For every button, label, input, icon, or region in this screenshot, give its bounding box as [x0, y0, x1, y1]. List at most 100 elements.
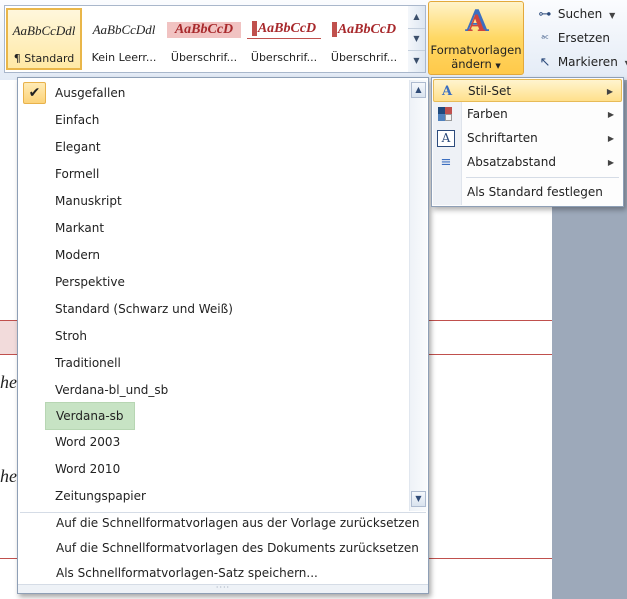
style-set-label: Traditionell: [55, 356, 121, 370]
style-label: Überschrif...: [250, 51, 318, 64]
submenu-arrow-icon: ▶: [607, 158, 614, 167]
style-tile-heading-3[interactable]: AaBbCcD Überschrif...: [326, 8, 402, 70]
menu-item-style-set[interactable]: A Stil-Set ▶: [433, 79, 622, 102]
style-sample: AaBbCcD: [327, 22, 401, 38]
ribbon: AaBbCcDdl ¶ Standard AaBbCcDdl Kein Leer…: [0, 0, 627, 81]
style-label: ¶ Standard: [13, 52, 75, 65]
menu-item-label: Stil-Set: [468, 84, 512, 98]
resize-grip-icon[interactable]: ····: [18, 584, 428, 593]
style-set-label: Standard (Schwarz und Weiß): [55, 302, 233, 316]
change-styles-label-line1: Formatvorlagen: [430, 43, 522, 57]
menu-item-colors[interactable]: Farben ▶: [433, 103, 622, 126]
style-set-item[interactable]: Word 2003: [19, 429, 405, 455]
style-set-label: Perspektive: [55, 275, 125, 289]
style-sample-text: AaBbCcD: [257, 21, 317, 36]
reset-from-template-command[interactable]: Auf die Schnellformatvorlagen aus der Vo…: [56, 511, 419, 535]
reset-from-document-command[interactable]: Auf die Schnellformatvorlagen des Dokume…: [56, 536, 419, 560]
gallery-down-icon[interactable]: ▼: [408, 28, 425, 51]
quick-styles-gallery: AaBbCcDdl ¶ Standard AaBbCcDdl Kein Leer…: [4, 5, 410, 73]
find-label: Suchen: [557, 7, 603, 21]
style-set-label: Markant: [55, 221, 105, 235]
cursor-arrow-icon: ↖: [539, 55, 551, 70]
heading-box-mark: [331, 22, 337, 38]
style-set-item[interactable]: Traditionell: [19, 350, 405, 376]
change-styles-icon: AA: [465, 4, 489, 39]
style-sample: AaBbCcDdl: [92, 22, 156, 37]
scroll-down-icon[interactable]: ▼: [411, 491, 426, 507]
checkmark-icon: ✔: [23, 82, 46, 104]
replace-button[interactable]: ᵃᶜ Ersetzen: [536, 27, 626, 49]
submenu-arrow-icon: ▶: [607, 134, 614, 143]
style-set-item[interactable]: Markant: [19, 215, 405, 241]
style-set-label: Manuskript: [55, 194, 122, 208]
style-tile-heading-2[interactable]: AaBbCcD Überschrif...: [246, 8, 322, 70]
style-set-label: Stroh: [55, 329, 87, 343]
gallery-scrollbar: ▲ ▼ ▼: [408, 5, 426, 73]
style-set-item[interactable]: Einfach: [19, 107, 405, 133]
style-tile-no-spacing[interactable]: AaBbCcDdl Kein Leerr...: [86, 8, 162, 70]
change-styles-button[interactable]: AA Formatvorlagen ändern ▼: [428, 1, 524, 75]
style-set-item[interactable]: Modern: [19, 242, 405, 268]
style-set-label: Word 2003: [55, 435, 121, 449]
heading-bar-mark: [251, 21, 257, 37]
menu-item-label: Schriftarten: [467, 131, 538, 145]
style-set-label: Zeitungspapier: [55, 489, 146, 503]
gallery-up-icon[interactable]: ▲: [408, 6, 425, 29]
list-scrollbar[interactable]: ▲ ▼: [409, 80, 427, 511]
style-set-list: ✔ Ausgefallen Einfach Elegant Formell Ma…: [17, 77, 429, 594]
find-button[interactable]: ⊶ Suchen ▼: [536, 3, 626, 25]
document-text: he: [0, 372, 17, 392]
style-label: Überschrif...: [170, 51, 238, 64]
menu-item-label: Absatzabstand: [467, 155, 556, 169]
fonts-icon: A: [437, 130, 455, 147]
save-style-set-command[interactable]: Als Schnellformatvorlagen-Satz speichern…: [56, 561, 318, 585]
style-set-item[interactable]: Verdana-bl_und_sb: [19, 377, 405, 403]
style-set-label: Verdana-sb: [45, 402, 135, 430]
style-set-label: Elegant: [55, 140, 101, 154]
paragraph-spacing-icon: ≡: [440, 155, 452, 170]
style-set-label: Verdana-bl_und_sb: [55, 383, 169, 397]
style-tile-heading-1[interactable]: AaBbCcD Überschrif...: [166, 8, 242, 70]
document-text: he: [0, 466, 17, 486]
binoculars-icon: ⊶: [538, 7, 552, 22]
style-label: Kein Leerr...: [91, 51, 157, 64]
style-sample: AaBbCcD: [167, 22, 241, 38]
menu-item-set-as-default[interactable]: Als Standard festlegen: [433, 181, 622, 204]
style-set-item[interactable]: Formell: [19, 161, 405, 187]
menu-item-fonts[interactable]: A Schriftarten ▶: [433, 127, 622, 150]
replace-label: Ersetzen: [557, 31, 610, 45]
menu-item-label: Farben: [467, 107, 508, 121]
colors-icon: [438, 107, 453, 122]
style-tile-standard[interactable]: AaBbCcDdl ¶ Standard: [6, 8, 82, 70]
style-set-item[interactable]: Manuskript: [19, 188, 405, 214]
menu-divider: [466, 177, 619, 178]
style-set-label: Einfach: [55, 113, 100, 127]
style-set-item-hovered[interactable]: Verdana-sb: [19, 402, 405, 430]
change-styles-menu: A Stil-Set ▶ Farben ▶ A Schriftarten ▶ ≡…: [431, 77, 624, 207]
style-label: Überschrif...: [330, 51, 398, 64]
style-set-item[interactable]: Perspektive: [19, 269, 405, 295]
style-set-label: Formell: [55, 167, 100, 181]
style-set-item[interactable]: ✔ Ausgefallen: [19, 80, 405, 106]
style-set-item[interactable]: Standard (Schwarz und Weiß): [19, 296, 405, 322]
menu-item-paragraph-spacing[interactable]: ≡ Absatzabstand ▶: [433, 151, 622, 174]
style-set-item[interactable]: Word 2010: [19, 456, 405, 482]
gallery-more-icon[interactable]: ▼: [408, 50, 425, 72]
style-set-label: Word 2010: [55, 462, 121, 476]
style-sample-text: AaBbCcD: [337, 22, 397, 37]
chevron-down-icon: ▼: [609, 11, 616, 20]
style-set-item[interactable]: Zeitungspapier: [19, 483, 405, 509]
style-set-item[interactable]: Stroh: [19, 323, 405, 349]
style-set-item[interactable]: Elegant: [19, 134, 405, 160]
submenu-arrow-icon: ▶: [606, 87, 613, 96]
select-button[interactable]: ↖ Markieren ▼: [536, 51, 627, 73]
chevron-down-icon: ▼: [495, 62, 501, 70]
style-sample: AaBbCcD: [247, 21, 321, 39]
style-set-icon: A: [441, 84, 453, 99]
submenu-arrow-icon: ▶: [607, 110, 614, 119]
style-sample: AaBbCcDdl: [12, 23, 76, 38]
menu-item-label: Als Standard festlegen: [467, 185, 603, 199]
select-label: Markieren: [557, 55, 618, 69]
scroll-up-icon[interactable]: ▲: [411, 82, 426, 98]
replace-icon: ᵃᶜ: [541, 34, 549, 45]
